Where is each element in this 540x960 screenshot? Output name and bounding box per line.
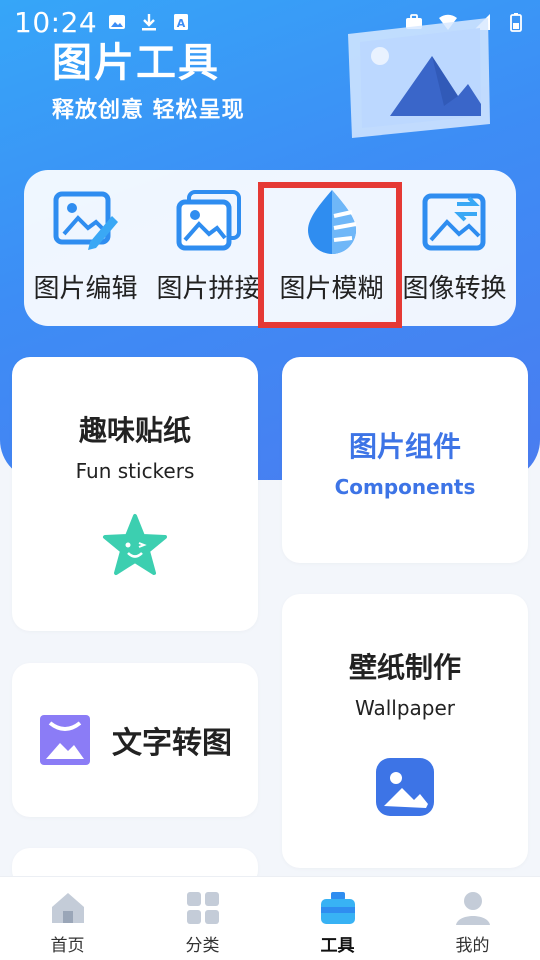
download-icon (142, 14, 157, 31)
home-icon (51, 893, 84, 923)
nav-home[interactable]: 首页 (0, 877, 135, 960)
nav-label: 首页 (50, 936, 85, 956)
nav-label: 我的 (455, 936, 490, 956)
tool-label: 图像转换 (402, 274, 507, 304)
card-subtitle: Fun stickers (75, 459, 195, 483)
text-image-icon (40, 715, 90, 765)
a-box-icon: A (174, 14, 189, 30)
image-convert-icon (422, 193, 485, 251)
tool-image-stitch[interactable]: 图片拼接 (147, 170, 270, 326)
nav-tools[interactable]: 工具 (270, 877, 405, 960)
page-title: 图片工具 (52, 40, 220, 86)
card-title: 图片组件 (348, 430, 461, 463)
wallpaper-image-icon (376, 758, 434, 816)
blur-drop-icon (307, 190, 356, 254)
card-title: 文字转图 (112, 726, 232, 761)
profile-icon (455, 892, 490, 925)
card-subtitle: Components (334, 475, 476, 499)
mountain-picture-illustration-icon (348, 18, 490, 138)
tool-label: 图片拼接 (156, 274, 261, 304)
tool-image-edit[interactable]: 图片编辑 (24, 170, 147, 326)
card-wallpaper[interactable]: 壁纸制作 Wallpaper (282, 594, 528, 868)
star-face-icon (103, 514, 167, 575)
image-stack-icon (176, 190, 241, 251)
card-title: 壁纸制作 (348, 651, 461, 684)
image-icon (109, 15, 126, 29)
card-components[interactable]: 图片组件 Components (282, 357, 528, 563)
page-subtitle: 释放创意 轻松呈现 (52, 98, 245, 123)
toolbox-icon (320, 892, 355, 924)
card-subtitle: Wallpaper (354, 696, 456, 720)
tool-image-convert[interactable]: 图像转换 (393, 170, 516, 326)
nav-label: 分类 (185, 936, 220, 956)
tool-image-blur[interactable]: 图片模糊 (270, 170, 393, 326)
nav-profile[interactable]: 我的 (405, 877, 540, 960)
card-fun-stickers[interactable]: 趣味贴纸 Fun stickers (12, 357, 258, 631)
quick-tools-panel: 图片编辑 图片拼接 图片模糊 图像转换 (24, 170, 516, 326)
grid-icon (186, 892, 219, 924)
card-text-to-image[interactable]: 文字转图 (12, 663, 258, 817)
svg-text:A: A (177, 17, 186, 30)
tool-label: 图片模糊 (279, 274, 384, 304)
nav-category[interactable]: 分类 (135, 877, 270, 960)
tool-label: 图片编辑 (33, 274, 138, 304)
card-title: 趣味贴纸 (78, 414, 191, 447)
nav-label: 工具 (320, 936, 355, 956)
battery-icon (510, 13, 522, 32)
image-edit-icon (53, 191, 118, 250)
bottom-nav: 首页 分类 工具 我的 (0, 876, 540, 960)
